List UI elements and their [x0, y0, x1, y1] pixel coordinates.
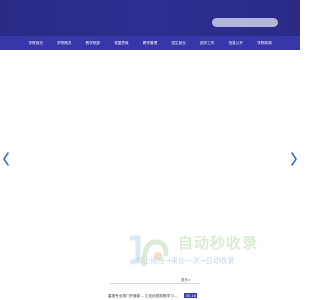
more-link[interactable]: 更多>: [181, 277, 191, 282]
page: 学院首页 学院概况 教学院部 党建思政 教学管理 招生就业 团学工作 信息公开 …: [0, 0, 300, 300]
news-title[interactable]: 重振专业再门开营新... 汇总优质前程学习...: [108, 294, 177, 299]
chevron-right-icon: [291, 152, 297, 166]
nav-item-about[interactable]: 学院概况: [50, 41, 79, 46]
nav-list: 学院首页 学院概况 教学院部 党建思政 教学管理 招生就业 团学工作 信息公开 …: [21, 41, 278, 46]
divider: [110, 283, 200, 284]
nav-item-disclosure[interactable]: 信息公开: [221, 41, 250, 46]
chevron-left-icon: [3, 152, 9, 166]
watermark-title: 自动秒收录: [178, 234, 259, 252]
slider-next-button[interactable]: [290, 152, 298, 166]
nav-item-party[interactable]: 党建思政: [107, 41, 136, 46]
search-input[interactable]: [212, 18, 278, 27]
nav-item-home[interactable]: 学院首页: [21, 41, 50, 46]
nav-item-departments[interactable]: 教学院部: [79, 41, 108, 46]
news-date-badge: 05-16: [184, 293, 198, 298]
slider-prev-button[interactable]: [2, 152, 10, 166]
nav-item-news[interactable]: 学院新闻: [250, 41, 279, 46]
header-banner: [0, 0, 300, 36]
news-list-item[interactable]: 重振专业再门开营新... 汇总优质前程学习... 05-16: [108, 293, 200, 299]
main-nav: 学院首页 学院概况 教学院部 党建思政 教学管理 招生就业 团学工作 信息公开 …: [0, 36, 300, 50]
watermark-subtitle: 做上链接→来访一次→自动收录: [136, 256, 235, 265]
nav-item-teaching[interactable]: 教学管理: [136, 41, 165, 46]
nav-item-admissions[interactable]: 招生就业: [164, 41, 193, 46]
watermark-logo: 自动秒收录 做上链接→来访一次→自动收录: [128, 232, 280, 272]
nav-item-student-work[interactable]: 团学工作: [193, 41, 222, 46]
